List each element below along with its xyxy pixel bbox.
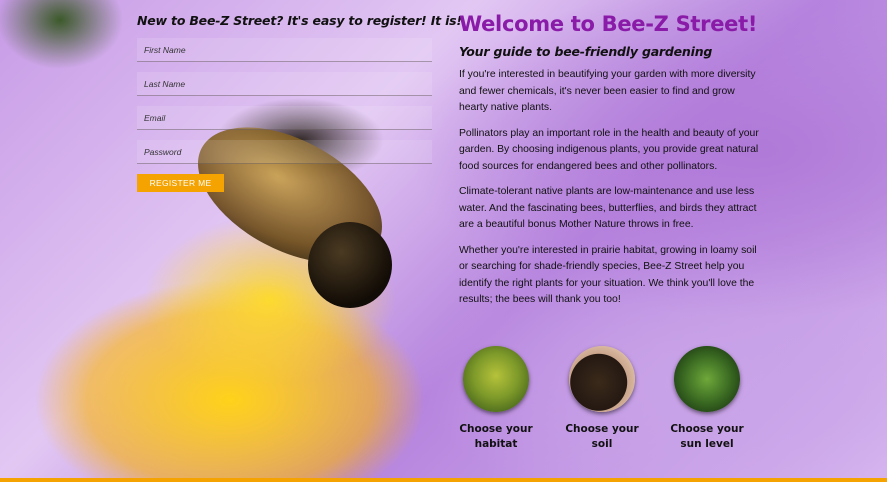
register-title: New to Bee-Z Street? It's easy to regist… [137,13,462,28]
password-field-wrap [137,140,432,164]
soil-image[interactable] [569,346,635,412]
climate-paragraph: Climate-tolerant native plants are low-m… [459,186,757,230]
first-name-field-wrap [137,38,432,62]
intro-paragraph: If you're interested in beautifying your… [459,69,756,113]
choose-soil-link[interactable]: Choose your soil [557,346,647,452]
pollinators-paragraph: Pollinators play an important role in th… [459,127,759,172]
background-bee-head [308,222,392,308]
email-field-wrap [137,106,432,130]
choose-sun-level-link[interactable]: Choose your sun level [662,346,752,452]
first-name-input[interactable] [137,38,432,61]
email-input[interactable] [137,106,432,129]
password-input[interactable] [137,140,432,163]
habitat-image[interactable] [463,346,529,412]
choose-sun-level-label: Choose your sun level [670,423,744,450]
register-form: New to Bee-Z Street? It's easy to regist… [137,13,462,192]
choose-habitat-link[interactable]: Choose your habitat [451,346,541,452]
last-name-input[interactable] [137,72,432,95]
habitat-paragraph: Whether you're interested in prairie hab… [459,244,757,306]
page-title: Welcome to Bee-Z Street! [459,12,758,36]
bottom-accent-bar [0,478,887,482]
choose-habitat-label: Choose your habitat [459,423,533,450]
welcome-content: Welcome to Bee-Z Street! Your guide to b… [459,12,759,309]
sun-level-image[interactable] [674,346,740,412]
choose-soil-label: Choose your soil [565,423,639,450]
page-subtitle: Your guide to bee-friendly gardening [459,44,713,59]
register-button[interactable]: REGISTER ME [137,174,224,192]
last-name-field-wrap [137,72,432,96]
